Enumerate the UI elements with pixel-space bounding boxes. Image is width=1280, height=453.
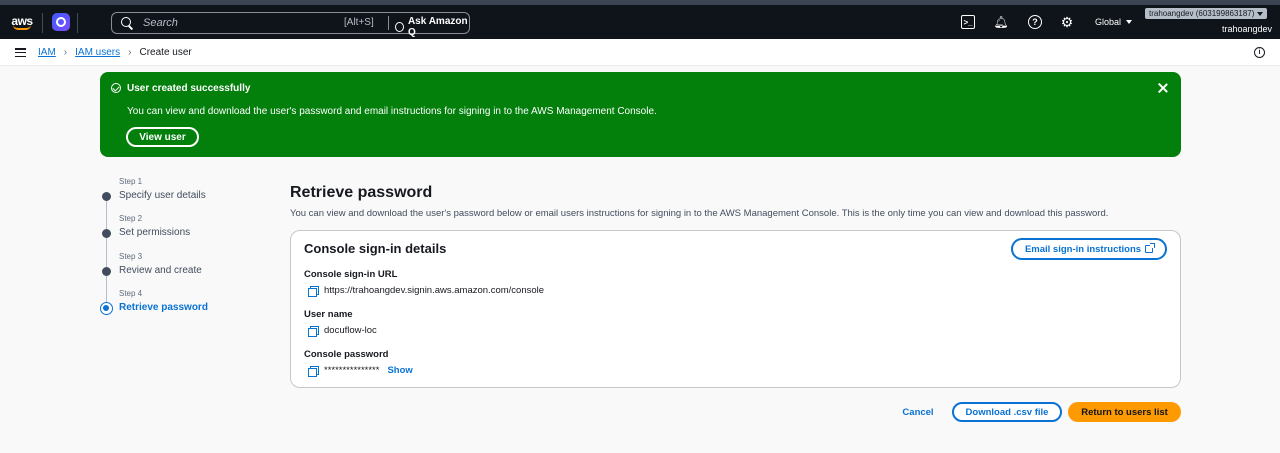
account-name: trahoangdev bbox=[1222, 24, 1273, 34]
search-input[interactable] bbox=[143, 17, 343, 29]
email-sign-in-instructions-button[interactable]: Email sign-in instructions bbox=[1011, 238, 1167, 260]
region-label: Global bbox=[1095, 17, 1122, 27]
cloudshell-icon[interactable]: >_ bbox=[961, 15, 975, 29]
divider bbox=[77, 13, 78, 33]
search-shortcut: [Alt+S] bbox=[344, 17, 374, 28]
breadcrumb-iam[interactable]: IAM bbox=[38, 47, 56, 58]
cancel-button[interactable]: Cancel bbox=[893, 402, 943, 422]
page-description: You can view and download the user's pas… bbox=[290, 208, 1109, 219]
password-value: *************** bbox=[324, 365, 380, 376]
steps-rail bbox=[106, 197, 107, 307]
step-dot bbox=[102, 192, 111, 201]
step-number: Step 3 bbox=[119, 252, 143, 261]
close-icon[interactable] bbox=[1158, 83, 1168, 93]
account-menu[interactable]: trahoangdev (603199863187) bbox=[1145, 8, 1268, 19]
caret-down-icon bbox=[1257, 11, 1264, 16]
copy-icon[interactable] bbox=[308, 285, 319, 297]
region-selector[interactable]: Global bbox=[1095, 17, 1133, 27]
user-name-value: docuflow-loc bbox=[324, 325, 377, 336]
email-button-label: Email sign-in instructions bbox=[1024, 243, 1142, 255]
breadcrumb-current: Create user bbox=[139, 47, 192, 58]
help-icon[interactable]: ? bbox=[1028, 15, 1042, 29]
services-grid-icon[interactable] bbox=[86, 13, 102, 29]
account-badge-label: trahoangdev (603199863187) bbox=[1149, 9, 1255, 18]
flash-title: User created successfully bbox=[127, 83, 251, 94]
return-to-users-list-button[interactable]: Return to users list bbox=[1068, 402, 1181, 422]
step-label: Set permissions bbox=[119, 227, 191, 238]
search-bar: [Alt+S] Ask Amazon Q bbox=[111, 12, 470, 38]
console-url-value: https://trahoangdev.signin.aws.amazon.co… bbox=[324, 285, 545, 296]
info-icon[interactable]: i bbox=[1254, 47, 1265, 58]
step-number: Step 4 bbox=[119, 289, 143, 298]
bell-icon[interactable]: 🔔︎ bbox=[993, 15, 1008, 29]
aws-logo[interactable]: aws bbox=[10, 11, 34, 33]
amazon-q-small-icon bbox=[395, 22, 404, 32]
breadcrumb-bar: IAM › IAM users › Create user i bbox=[0, 39, 1280, 66]
copy-icon[interactable] bbox=[308, 325, 319, 337]
external-link-icon bbox=[1145, 243, 1156, 253]
download-csv-button[interactable]: Download .csv file bbox=[952, 402, 1062, 422]
step-label: Specify user details bbox=[119, 190, 206, 201]
field-label: Console sign-in URL bbox=[304, 269, 398, 280]
step-number: Step 2 bbox=[119, 214, 143, 223]
aws-smile-icon bbox=[13, 25, 31, 30]
top-navigation: aws [Alt+S] Ask Amazon Q >_ 🔔︎ ? ⚙︎ Glob… bbox=[0, 0, 1280, 39]
user-name-field: User name docuflow-loc bbox=[304, 309, 904, 337]
breadcrumb: IAM › IAM users › Create user bbox=[38, 47, 192, 58]
page-title: Retrieve password bbox=[290, 184, 433, 201]
field-label: Console password bbox=[304, 349, 389, 360]
step-number: Step 1 bbox=[119, 177, 143, 186]
success-flashbar: User created successfully You can view a… bbox=[100, 72, 1181, 157]
show-password-link[interactable]: Show bbox=[387, 365, 412, 376]
field-label: User name bbox=[304, 309, 353, 320]
ask-amazon-q-label: Ask Amazon Q bbox=[407, 16, 468, 38]
copy-icon[interactable] bbox=[308, 365, 319, 377]
step-label: Review and create bbox=[119, 265, 202, 276]
gear-icon[interactable]: ⚙︎ bbox=[1060, 14, 1074, 30]
console-url-field: Console sign-in URL https://trahoangdev.… bbox=[304, 269, 904, 297]
ask-amazon-q-button[interactable]: Ask Amazon Q bbox=[395, 16, 469, 38]
amazon-q-icon[interactable] bbox=[52, 13, 70, 31]
divider bbox=[42, 13, 43, 33]
search-icon bbox=[121, 17, 133, 29]
chevron-right-icon: › bbox=[63, 47, 68, 58]
step-active-dot bbox=[100, 302, 113, 315]
console-password-field: Console password *************** Show bbox=[304, 349, 904, 377]
check-circle-icon bbox=[111, 83, 121, 93]
flash-message: You can view and download the user's pas… bbox=[127, 106, 657, 117]
menu-icon[interactable] bbox=[15, 48, 26, 57]
step-dot bbox=[102, 267, 111, 276]
caret-down-icon bbox=[1126, 20, 1133, 24]
q-ring-icon bbox=[56, 17, 66, 27]
chevron-right-icon: › bbox=[128, 47, 132, 58]
step-label: Retrieve password bbox=[119, 302, 208, 313]
step-dot bbox=[102, 229, 111, 238]
card-title: Console sign-in details bbox=[304, 241, 447, 256]
divider bbox=[388, 16, 389, 30]
console-sign-in-card: Console sign-in details Email sign-in in… bbox=[290, 230, 1181, 388]
breadcrumb-iam-users[interactable]: IAM users bbox=[75, 47, 120, 58]
view-user-button[interactable]: View user bbox=[126, 127, 199, 147]
